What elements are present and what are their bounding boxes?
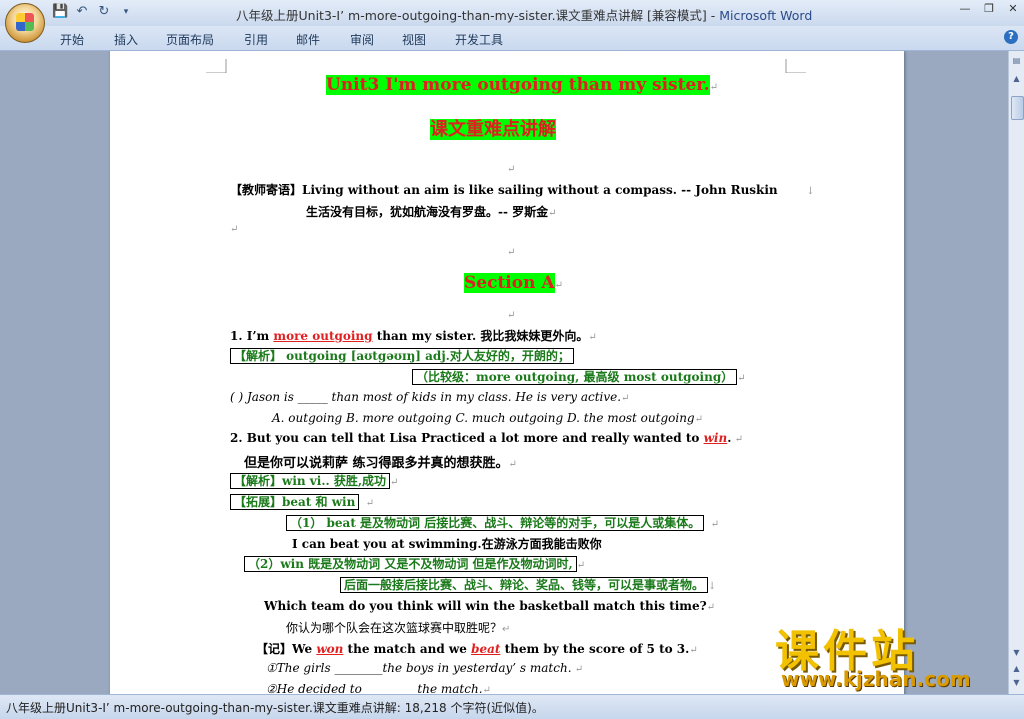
exercise-1-options: A. outgoing B. more outgoing C. much out… [272,411,703,425]
margin-corner-mark [785,59,806,73]
tab-developer[interactable]: 开发工具 [455,31,503,48]
tab-home[interactable]: 开始 [60,31,84,48]
minimize-icon[interactable]: — [958,2,972,16]
exercise-2a: ①The girls ________the boys in yesterday… [266,661,584,675]
question-2-cn: 你认为哪个队会在这次篮球赛中取胜呢？↵ [286,621,511,635]
teacher-motto-en: 【教师寄语】Living without an aim is like sail… [230,183,815,197]
beat-note: （1） beat 是及物动词 后接比赛、战斗、辩论等的对手，可以是人或集体。 ↵ [286,514,719,531]
tab-layout[interactable]: 页面布局 [166,31,214,48]
win-note-1: （2）win 既是及物动词 又是不及物动词 但是作及物动词时, ↵ [244,555,585,572]
sentence-2: 2. But you can tell that Lisa Practiced … [230,431,743,445]
sentence-2-cn: 但是你可以说莉萨 练习得跟多并真的想获胜。↵ [244,456,517,471]
extension: 【拓展】beat 和 win ↵ [230,493,374,510]
exercise-2b: ②He decided to ________ the match.↵ [266,682,491,694]
scroll-thumb[interactable] [1011,96,1024,120]
doc-subtitle: 课文重难点讲解 [430,119,556,140]
tab-references[interactable]: 引用 [244,31,268,48]
section-heading: Section A↵ [464,273,563,293]
office-logo-icon [16,13,34,31]
status-text: 八年级上册Unit3-I’ m-more-outgoing-than-my-si… [6,701,544,715]
restore-icon[interactable]: ❐ [982,2,996,16]
quick-access-toolbar: 💾 ↶ ↻ ▾ [52,4,134,20]
sentence-1: 1. I’m more outgoing than my sister. 我比我… [230,329,597,343]
window-controls: — ❐ ✕ [958,2,1020,16]
beat-example: I can beat you at swimming.在游泳方面我能击败你 [292,537,602,551]
doc-title: Unit3 I'm more outgoing than my sister.↵ [326,75,718,95]
document-area[interactable]: Unit3 I'm more outgoing than my sister.↵… [0,51,1008,694]
analysis-2: 【解析】win vi.. 获胜,成功 ↵ [230,472,398,489]
tab-mailings[interactable]: 邮件 [296,31,320,48]
scroll-up-icon[interactable]: ▲ [1011,73,1022,85]
margin-corner-mark [206,59,227,73]
redo-icon[interactable]: ↻ [96,4,112,20]
help-icon[interactable]: ? [1004,30,1018,44]
watermark-url: www.kjzhan.com [781,667,971,691]
memo-line: 【记】We won the match and we beat them by … [256,642,698,656]
customize-qat-icon[interactable]: ▾ [118,4,134,20]
exercise-1: ( ) Jason is _____ than most of kids in … [230,390,630,404]
office-button[interactable] [5,3,45,43]
tab-view[interactable]: 视图 [402,31,426,48]
save-icon[interactable]: 💾 [52,4,68,20]
ribbon-tabs: 开始 插入 页面布局 引用 邮件 审阅 视图 开发工具 [0,26,1024,51]
status-bar: 八年级上册Unit3-I’ m-more-outgoing-than-my-si… [0,694,1024,719]
analysis-1: 【解析】 outgoing [aʊtgəʊɪŋ] adj.对人友好的，开朗的； [230,347,574,364]
teacher-motto-cn: 生活没有目标，犹如航海没有罗盘。-- 罗斯金↵ [306,205,557,219]
close-icon[interactable]: ✕ [1006,2,1020,16]
ruler-toggle-icon[interactable]: ▤ [1011,55,1022,67]
document-page[interactable]: Unit3 I'm more outgoing than my sister.↵… [110,51,904,694]
site-watermark-logo: 课件站 www.kjzhan.com [775,615,1015,695]
vertical-scrollbar[interactable]: ▤ ▲ ▼ ▲ ▼ [1008,51,1024,694]
title-bar: 💾 ↶ ↻ ▾ 八年级上册Unit3-I’ m-more-outgoing-th… [0,0,1024,26]
undo-icon[interactable]: ↶ [74,4,90,20]
tab-insert[interactable]: 插入 [114,31,138,48]
comparative-note: （比较级：more outgoing, 最高级 most outgoing） ↵ [412,368,746,385]
question-2: Which team do you think will win the bas… [264,599,716,613]
tab-review[interactable]: 审阅 [350,31,374,48]
window-title: 八年级上册Unit3-I’ m-more-outgoing-than-my-si… [236,8,813,23]
win-note-2: 后面一般接后接比赛、战斗、辩论、奖品、钱等，可以是事或者物。 ↓ [340,576,716,593]
